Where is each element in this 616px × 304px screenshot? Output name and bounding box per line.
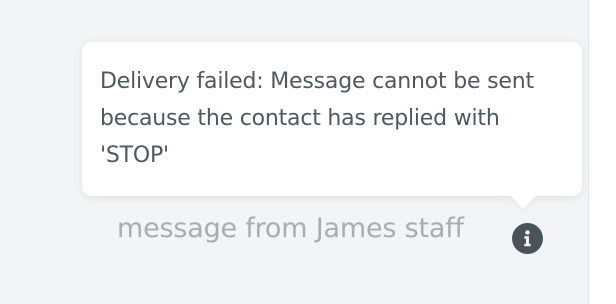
info-icon[interactable] [512,223,543,254]
message-bubble[interactable]: message from James staff [86,192,494,264]
tooltip-arrow [510,183,536,209]
message-text: message from James staff [117,212,464,244]
tooltip-text: Delivery failed: Message cannot be sent … [100,69,534,168]
delivery-failed-tooltip: Delivery failed: Message cannot be sent … [82,42,582,209]
panel-edge [588,0,616,304]
info-glyph-icon [524,230,531,247]
